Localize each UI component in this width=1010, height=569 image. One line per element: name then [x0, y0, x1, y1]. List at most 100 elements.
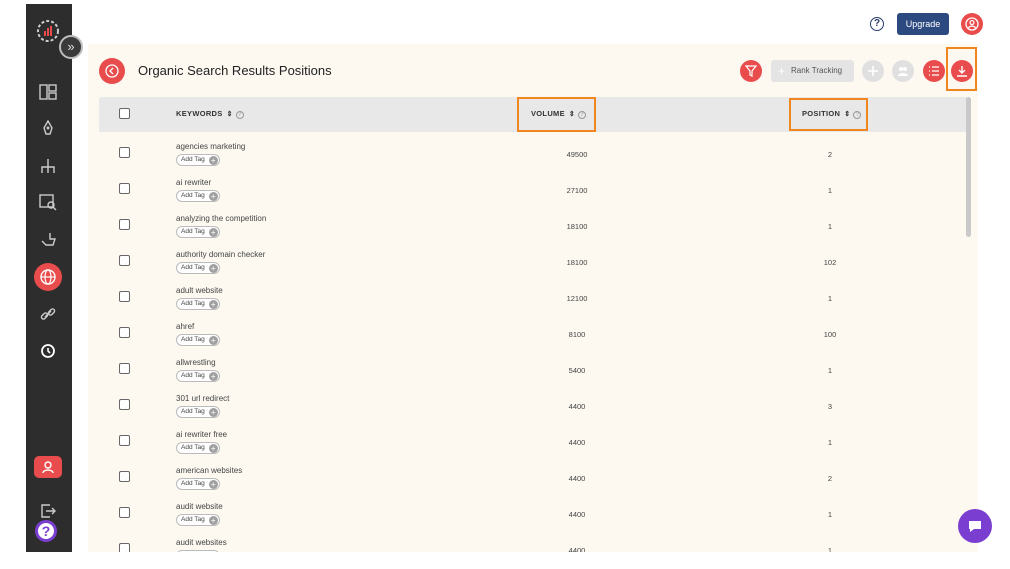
row-checkbox[interactable] [119, 183, 130, 194]
table-row[interactable]: allwrestling Add Tag + 5400 1 [99, 355, 969, 391]
add-tag-button[interactable]: Add Tag+ [176, 442, 220, 454]
position-highlight [789, 98, 868, 131]
chat-button[interactable] [958, 509, 992, 543]
table-row[interactable]: audit websites Add Tag+ 4400 1 [99, 535, 969, 552]
help-icon[interactable]: ? [870, 17, 884, 31]
table-scrollbar[interactable] [966, 97, 971, 237]
sort-icon[interactable]: ⇕ [227, 111, 233, 118]
upgrade-button[interactable]: Upgrade [897, 13, 949, 35]
add-tag-button[interactable]: Add Tag+ [176, 550, 220, 552]
group-button[interactable] [892, 60, 914, 82]
add-tag-button[interactable]: Add Tag+ [176, 298, 220, 310]
position-cell: 102 [823, 258, 837, 267]
keyword-text: adult website [176, 286, 223, 295]
plus-icon: + [208, 156, 218, 165]
add-tag-button[interactable]: Add Tag+ [176, 190, 220, 202]
plus-icon: + [208, 300, 218, 309]
download-highlight [946, 47, 977, 91]
table-row[interactable]: ahref Add Tag + 8100 100 [99, 319, 969, 355]
table-row[interactable]: 301 url redirect Add Tag + 4400 3 [99, 391, 969, 427]
plus-icon: + [208, 444, 218, 453]
add-tag-label: Add Tag [181, 264, 205, 271]
plus-icon: + [208, 480, 218, 489]
add-tag-label: Add Tag [181, 372, 205, 379]
table-row[interactable]: ai rewriter Add Tag + 27100 1 [99, 175, 969, 211]
select-all-checkbox[interactable] [119, 108, 130, 119]
row-checkbox[interactable] [119, 543, 130, 552]
row-checkbox[interactable] [119, 471, 130, 482]
column-keywords[interactable]: KEYWORDS ⇕? [176, 109, 244, 119]
filter-button[interactable] [740, 60, 762, 82]
position-cell: 100 [823, 330, 837, 339]
dashboard-icon[interactable] [38, 82, 58, 102]
row-checkbox[interactable] [119, 147, 130, 158]
keyword-text: audit website [176, 502, 223, 511]
keyword-text: allwrestling [176, 358, 216, 367]
volume-cell: 18100 [566, 258, 588, 267]
add-button[interactable] [862, 60, 884, 82]
row-checkbox[interactable] [119, 327, 130, 338]
table-row[interactable]: ai rewriter free Add Tag + 4400 1 [99, 427, 969, 463]
volume-highlight [517, 97, 596, 132]
keyword-text: ai rewriter free [176, 430, 228, 439]
table-row[interactable]: american websites Add Tag + 4400 2 [99, 463, 969, 499]
table-row[interactable]: audit website Add Tag + 4400 1 [99, 499, 969, 535]
plus-icon: + [208, 192, 218, 201]
history-icon[interactable] [38, 341, 58, 361]
position-cell: 3 [827, 402, 833, 411]
add-tag-button[interactable]: Add Tag+ [176, 406, 220, 418]
row-checkbox[interactable] [119, 507, 130, 518]
plus-icon: + [208, 516, 218, 525]
row-checkbox[interactable] [119, 435, 130, 446]
volume-cell: 18100 [566, 222, 588, 231]
add-tag-button[interactable]: Add Tag+ [176, 226, 220, 238]
rank-tracking-label: Rank Tracking [791, 66, 843, 75]
hand-icon[interactable] [38, 229, 58, 249]
volume-cell: 49500 [566, 150, 588, 159]
table-row[interactable]: analyzing the competition Add Tag + 18100… [99, 211, 969, 247]
logout-icon[interactable] [38, 501, 58, 521]
add-tag-button[interactable]: Add Tag+ [176, 262, 220, 274]
position-cell: 1 [827, 510, 833, 519]
globe-icon[interactable] [34, 263, 62, 291]
add-tag-button[interactable]: Add Tag+ [176, 514, 220, 526]
report-search-icon[interactable] [38, 192, 58, 212]
row-checkbox[interactable] [119, 291, 130, 302]
add-tag-label: Add Tag [181, 444, 205, 451]
rank-tracking-button[interactable]: + Rank Tracking [771, 60, 854, 82]
table-row[interactable]: agencies marketing Add Tag + 49500 2 [99, 139, 969, 175]
position-cell: 2 [827, 474, 833, 483]
position-cell: 1 [827, 438, 833, 447]
add-tag-label: Add Tag [181, 300, 205, 307]
link-icon[interactable] [38, 304, 58, 324]
keyword-text: ahref [176, 322, 195, 331]
info-icon: ? [235, 111, 244, 119]
add-tag-button[interactable]: Add Tag+ [176, 370, 220, 382]
volume-cell: 8100 [568, 330, 586, 339]
add-tag-button[interactable]: Add Tag+ [176, 478, 220, 490]
rocket-icon[interactable] [38, 119, 58, 139]
add-tag-button[interactable]: Add Tag+ [176, 334, 220, 346]
keyword-text: 301 url redirect [176, 394, 230, 403]
row-checkbox[interactable] [119, 219, 130, 230]
sidebar-collapse-button[interactable]: » [59, 35, 83, 59]
page-title: Organic Search Results Positions [138, 63, 332, 78]
table-row[interactable]: authority domain checker Add Tag + 18100 … [99, 247, 969, 283]
table-row[interactable]: adult website Add Tag + 12100 1 [99, 283, 969, 319]
add-tag-button[interactable]: Add Tag+ [176, 154, 220, 166]
sitemap-icon[interactable] [38, 156, 58, 176]
list-button[interactable] [923, 60, 945, 82]
row-checkbox[interactable] [119, 399, 130, 410]
user-avatar[interactable] [961, 13, 983, 35]
plus-icon: + [778, 64, 786, 78]
volume-cell: 4400 [568, 438, 586, 447]
help-float-icon[interactable]: ? [35, 520, 57, 542]
app-logo-icon[interactable] [35, 18, 61, 44]
row-checkbox[interactable] [119, 363, 130, 374]
keyword-text: authority domain checker [176, 250, 266, 259]
row-checkbox[interactable] [119, 255, 130, 266]
add-tag-label: Add Tag [181, 408, 205, 415]
add-tag-label: Add Tag [181, 228, 205, 235]
back-button[interactable] [99, 58, 125, 84]
referral-icon[interactable] [34, 456, 62, 478]
